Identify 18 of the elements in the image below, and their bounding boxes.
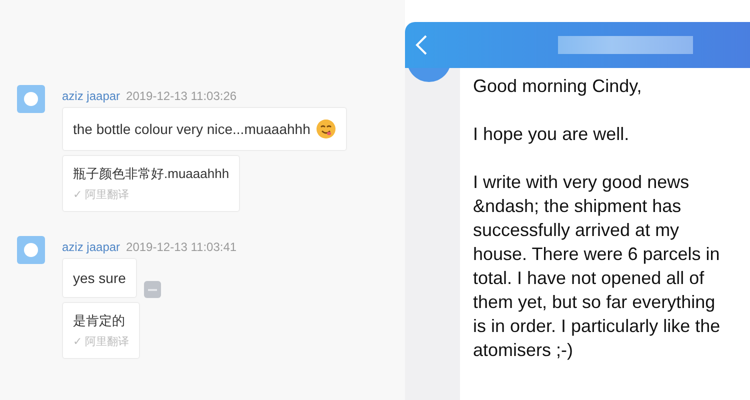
smiley-icon	[316, 119, 336, 139]
sender-name: aziz jaapar	[62, 240, 120, 254]
timestamp: 2019-12-13 11:03:41	[126, 240, 237, 254]
message-text: yes sure	[73, 270, 126, 286]
translation-label: ✓ 阿里翻译	[73, 335, 130, 349]
status-icon	[144, 281, 161, 298]
message-paragraph: Good morning Cindy,	[473, 75, 643, 98]
avatar	[17, 85, 45, 113]
message-paragraph: I hope you are well.	[473, 123, 630, 146]
message-text: the bottle colour very nice...muaaahhh	[73, 121, 310, 137]
message-paragraph: I write with very good news &ndash; the shipment has successfully arrived at my house. There were 6 parcels in total. I have not opened all of them yet, but so far everything is in order. I particularly like the atomisers ;-)	[473, 171, 722, 362]
timestamp: 2019-12-13 11:03:26	[126, 89, 237, 103]
avatar	[17, 236, 45, 264]
translation-text: 是肯定的	[73, 312, 126, 330]
sender-name: aziz jaapar	[62, 89, 120, 103]
translation-label: ✓ 阿里翻译	[73, 188, 130, 202]
back-icon[interactable]	[414, 34, 428, 56]
translation-text: 瓶子颜色非常好.muaaahhh	[73, 165, 230, 183]
